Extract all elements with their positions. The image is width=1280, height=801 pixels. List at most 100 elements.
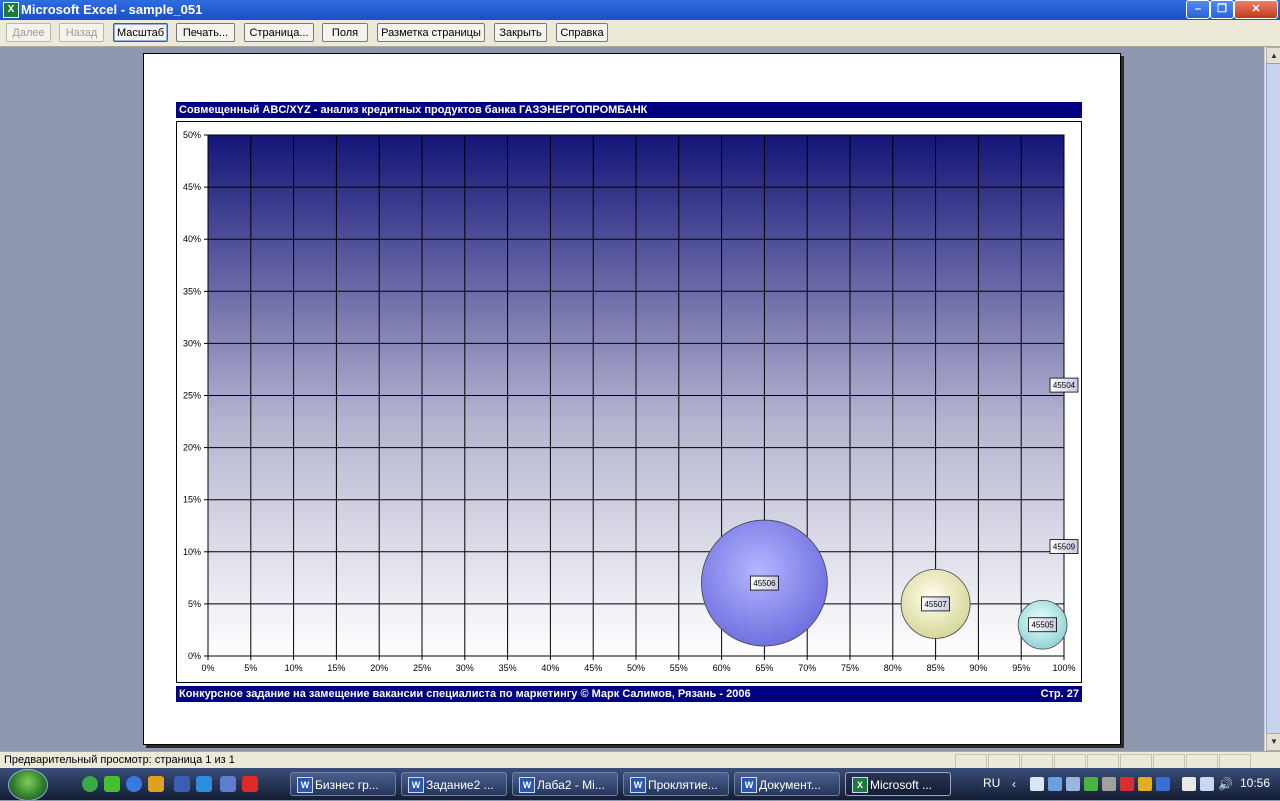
vertical-scrollbar[interactable]: ▲ ▼ xyxy=(1264,47,1280,751)
task-label: Задание2 ... xyxy=(426,778,494,792)
print-button[interactable]: Печать... xyxy=(176,23,235,42)
word-icon: W xyxy=(297,777,313,793)
tray-app-icon[interactable] xyxy=(1030,777,1044,791)
reader-icon[interactable] xyxy=(242,776,258,792)
word-icon: W xyxy=(630,777,646,793)
status-cell xyxy=(1120,754,1152,769)
y-tick-label: 35% xyxy=(183,286,201,296)
status-text: Предварительный просмотр: страница 1 из … xyxy=(4,754,235,766)
taskbar-item[interactable]: W Задание2 ... xyxy=(401,772,507,796)
previous-button[interactable]: Назад xyxy=(59,23,104,42)
media-player-icon[interactable] xyxy=(148,776,164,792)
print-preview-toolbar: Далее Назад Масштаб Печать... Страница..… xyxy=(0,20,1280,47)
x-tick-label: 55% xyxy=(670,663,688,673)
status-cell xyxy=(988,754,1020,769)
task-label: Лаба2 - Mi... xyxy=(537,778,605,792)
status-cell xyxy=(955,754,987,769)
bubble-label: 45505 xyxy=(1031,621,1054,630)
help-button[interactable]: Справка xyxy=(556,23,608,42)
screen-capture-icon[interactable] xyxy=(220,776,236,792)
report-title: Совмещенный ABC/XYZ - анализ кредитных п… xyxy=(176,102,1082,118)
start-button[interactable] xyxy=(8,769,48,801)
show-desktop-icon[interactable] xyxy=(174,776,190,792)
internet-explorer-icon[interactable] xyxy=(126,776,142,792)
status-cell xyxy=(1219,754,1251,769)
x-tick-label: 30% xyxy=(456,663,474,673)
taskbar-item-active[interactable]: X Microsoft ... xyxy=(845,772,951,796)
close-icon[interactable]: ✕ xyxy=(1234,0,1278,19)
x-tick-label: 80% xyxy=(884,663,902,673)
taskbar-item[interactable]: W Документ... xyxy=(734,772,840,796)
browser-icon[interactable] xyxy=(82,776,98,792)
page-break-preview-button[interactable]: Разметка страницы xyxy=(377,23,485,42)
restore-icon[interactable]: ❐ xyxy=(1210,0,1234,19)
close-preview-button[interactable]: Закрыть xyxy=(494,23,547,42)
x-tick-label: 100% xyxy=(1052,663,1075,673)
report-footer: Конкурсное задание на замещение вакансии… xyxy=(176,686,1082,702)
taskbar-item[interactable]: W Проклятие... xyxy=(623,772,729,796)
x-tick-label: 95% xyxy=(1012,663,1030,673)
x-tick-label: 65% xyxy=(755,663,773,673)
tray-app-icon[interactable] xyxy=(1120,777,1134,791)
x-tick-label: 70% xyxy=(798,663,816,673)
switch-windows-icon[interactable] xyxy=(196,776,212,792)
page-number: Стр. 27 xyxy=(1040,688,1079,700)
x-tick-label: 35% xyxy=(499,663,517,673)
y-tick-label: 45% xyxy=(183,182,201,192)
x-tick-label: 50% xyxy=(627,663,645,673)
tray-app-icon[interactable] xyxy=(1066,777,1080,791)
task-label: Бизнес гр... xyxy=(315,778,379,792)
usb-icon[interactable] xyxy=(1182,777,1196,791)
chevron-left-icon[interactable]: ‹ xyxy=(1012,777,1026,791)
tray-app-icon[interactable] xyxy=(1048,777,1062,791)
tray-app-icon[interactable] xyxy=(1138,777,1152,791)
word-icon: W xyxy=(741,777,757,793)
excel-app-icon: X xyxy=(3,2,19,18)
x-tick-label: 0% xyxy=(201,663,214,673)
x-tick-label: 90% xyxy=(969,663,987,673)
scroll-down-icon[interactable]: ▼ xyxy=(1266,733,1280,751)
y-tick-label: 10% xyxy=(183,547,201,557)
tray-app-icon[interactable] xyxy=(1102,777,1116,791)
y-tick-label: 5% xyxy=(188,599,201,609)
status-bar: Предварительный просмотр: страница 1 из … xyxy=(0,751,1280,769)
y-tick-label: 0% xyxy=(188,651,201,661)
taskbar-item[interactable]: W Лаба2 - Mi... xyxy=(512,772,618,796)
word-icon: W xyxy=(408,777,424,793)
x-tick-label: 20% xyxy=(370,663,388,673)
language-indicator[interactable]: RU xyxy=(983,776,1000,790)
status-cell xyxy=(1087,754,1119,769)
messenger-icon[interactable] xyxy=(104,776,120,792)
bubble-label: 45506 xyxy=(753,579,776,588)
volume-icon[interactable]: 🔊 xyxy=(1218,777,1233,791)
x-tick-label: 85% xyxy=(927,663,945,673)
task-label: Проклятие... xyxy=(648,778,718,792)
taskbar-item[interactable]: W Бизнес гр... xyxy=(290,772,396,796)
status-cell xyxy=(1186,754,1218,769)
scroll-thumb[interactable] xyxy=(1266,63,1280,735)
clock: 10:56 xyxy=(1240,776,1271,790)
x-tick-label: 25% xyxy=(413,663,431,673)
minimize-icon[interactable]: – xyxy=(1186,0,1210,19)
task-label: Microsoft ... xyxy=(870,778,933,792)
x-tick-label: 60% xyxy=(713,663,731,673)
taskbar: W Бизнес гр... W Задание2 ... W Лаба2 - Mi.… xyxy=(0,768,1280,801)
margins-button[interactable]: Поля xyxy=(322,23,368,42)
y-tick-label: 25% xyxy=(183,391,201,401)
zoom-button[interactable]: Масштаб xyxy=(113,23,168,42)
y-tick-label: 30% xyxy=(183,338,201,348)
page-setup-button[interactable]: Страница... xyxy=(244,23,314,42)
tray-app-icon[interactable] xyxy=(1156,777,1170,791)
x-tick-label: 5% xyxy=(244,663,257,673)
title-bar: X Microsoft Excel - sample_051 – ❐ ✕ xyxy=(0,0,1280,20)
word-icon: W xyxy=(519,777,535,793)
x-tick-label: 15% xyxy=(327,663,345,673)
next-button[interactable]: Далее xyxy=(6,23,51,42)
network-icon[interactable] xyxy=(1200,777,1214,791)
tray-app-icon[interactable] xyxy=(1084,777,1098,791)
status-cell xyxy=(1153,754,1185,769)
bubble-label: 45507 xyxy=(924,600,947,609)
x-tick-label: 75% xyxy=(841,663,859,673)
x-tick-label: 10% xyxy=(285,663,303,673)
x-tick-label: 40% xyxy=(541,663,559,673)
